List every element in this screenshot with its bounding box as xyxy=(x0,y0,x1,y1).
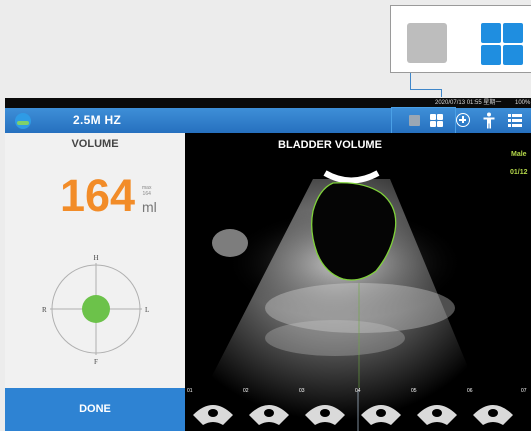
compass-left-label: R xyxy=(42,306,47,314)
probe-position-dot xyxy=(82,295,110,323)
thumbnail-label[interactable]: 07 xyxy=(521,388,527,394)
thumbnail-label[interactable]: 03 xyxy=(299,388,305,394)
volume-max-value: 164 xyxy=(142,191,151,197)
battery-level: 100% xyxy=(515,100,531,106)
compass-right-label: L xyxy=(145,306,149,314)
volume-max: max 164 xyxy=(142,185,151,197)
volume-panel: VOLUME 164 max 164 ml H F R L DONE xyxy=(5,133,185,431)
thumbnail-label[interactable]: 05 xyxy=(411,388,417,394)
add-circle-icon[interactable] xyxy=(456,113,470,127)
volume-value: 164 xyxy=(60,170,136,221)
view-mode-callout xyxy=(390,5,531,73)
orientation-compass: H F R L xyxy=(42,254,149,365)
ultrasound-view: BLADDER VOLUME Male 01/12 01 02 03 04 05… xyxy=(185,133,531,431)
callout-connector xyxy=(410,73,411,90)
scan-title: BLADDER VOLUME xyxy=(278,139,382,151)
callout-connector xyxy=(410,89,441,90)
single-view-icon xyxy=(407,23,447,63)
callout-connector xyxy=(441,89,442,97)
volume-unit: ml xyxy=(142,199,157,215)
compass-bottom-label: F xyxy=(94,358,98,365)
compass-top-label: H xyxy=(93,254,98,262)
probe-logo-icon xyxy=(15,113,31,129)
done-button[interactable]: DONE xyxy=(5,388,185,431)
thumbnail-label[interactable]: 01 xyxy=(187,388,193,394)
quad-view-icon xyxy=(481,23,523,65)
patient-gender: Male xyxy=(511,151,527,158)
thumbnail-label[interactable]: 04 xyxy=(355,388,361,394)
ultrasound-app: 2020/07/13 01:55 星期一 100% 2.5M HZ VOLUME… xyxy=(5,98,531,431)
thumbnail-label[interactable]: 02 xyxy=(243,388,249,394)
top-toolbar: 2.5M HZ xyxy=(5,107,531,143)
person-icon[interactable] xyxy=(483,112,495,129)
thumbnail-label[interactable]: 06 xyxy=(467,388,473,394)
volume-title: VOLUME xyxy=(71,138,119,150)
scan-date: 01/12 xyxy=(510,169,528,176)
frequency-label: 2.5M HZ xyxy=(73,113,122,127)
ultrasound-image xyxy=(193,170,513,431)
list-menu-icon[interactable] xyxy=(508,114,522,127)
